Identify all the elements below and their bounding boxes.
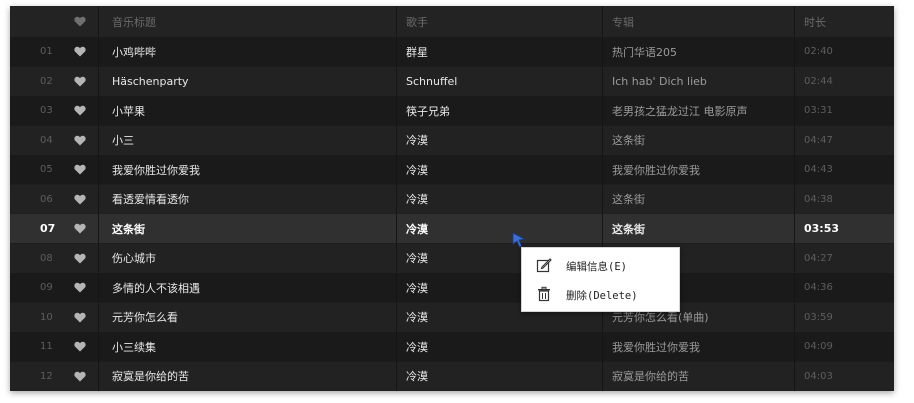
delete-label: 删除(Delete) xyxy=(566,290,638,302)
song-duration: 04:47 xyxy=(804,134,833,146)
song-album[interactable]: Ich hab' Dich lieb xyxy=(612,75,792,88)
heart-icon[interactable] xyxy=(74,135,94,146)
song-title: 小鸡哔哔 xyxy=(112,45,156,59)
heart-icon[interactable] xyxy=(74,194,94,205)
track-number: 02 xyxy=(40,75,53,87)
song-album[interactable]: 这条街 xyxy=(612,221,792,237)
track-number: 07 xyxy=(40,222,56,235)
column-divider xyxy=(98,6,99,391)
heart-icon[interactable] xyxy=(74,253,94,264)
context-menu: 编辑信息(E) 删除(Delete) xyxy=(521,247,680,312)
song-album[interactable]: 这条街 xyxy=(612,132,792,148)
song-title: 元芳你怎么看 xyxy=(112,311,178,324)
heart-icon[interactable] xyxy=(74,371,94,382)
song-title: 小三续集 xyxy=(112,340,156,354)
header-album[interactable]: 专辑 xyxy=(612,14,792,30)
song-artist[interactable]: 冷漠 xyxy=(406,221,596,237)
track-number: 10 xyxy=(40,311,53,323)
track-number: 09 xyxy=(40,282,53,293)
song-row[interactable]: 07 这条街 冷漠 这条街 03:53 xyxy=(10,214,894,243)
song-title: 小苹果 xyxy=(112,104,145,118)
song-duration: 04:03 xyxy=(804,370,833,382)
track-number: 05 xyxy=(40,164,53,175)
track-number: 03 xyxy=(40,105,53,116)
song-album[interactable]: 寂寞是你给的苦 xyxy=(612,368,792,384)
song-row[interactable]: 02 Häschenparty Schnuffel Ich hab' Dich lie… xyxy=(10,66,894,96)
song-album[interactable]: 这条街 xyxy=(612,191,792,207)
column-divider xyxy=(602,6,603,391)
song-artist[interactable]: 冷漠 xyxy=(406,339,596,355)
song-duration: 04:36 xyxy=(804,282,833,293)
edit-icon xyxy=(536,258,552,273)
song-title: Häschenparty xyxy=(112,74,189,88)
column-divider xyxy=(396,6,397,391)
song-artist[interactable]: 筷子兄弟 xyxy=(406,103,596,119)
song-title: 寂寞是你给的苦 xyxy=(112,370,189,383)
song-album[interactable]: 热门华语205 xyxy=(612,44,792,60)
song-title: 我爱你胜过你爱我 xyxy=(112,163,200,177)
song-duration: 02:44 xyxy=(804,75,833,87)
delete-menu-item[interactable]: 删除(Delete) xyxy=(522,281,679,307)
song-row[interactable]: 08 伤心城市 冷漠 04:27 xyxy=(10,243,894,273)
heart-icon[interactable] xyxy=(74,282,94,293)
song-album[interactable]: 老男孩之猛龙过江 电影原声 xyxy=(612,103,792,119)
song-artist[interactable]: 冷漠 xyxy=(406,162,596,178)
header-title[interactable]: 音乐标题 xyxy=(112,14,392,30)
song-row[interactable]: 09多情的人不该相遇冷漠…+精选04:36 xyxy=(10,273,894,302)
song-title: 小三 xyxy=(112,134,134,147)
track-number: 11 xyxy=(40,341,53,352)
heart-icon[interactable] xyxy=(74,105,94,116)
track-number: 12 xyxy=(40,370,53,382)
track-number: 08 xyxy=(40,252,53,264)
song-title: 这条街 xyxy=(112,222,145,236)
song-album[interactable]: 我爱你胜过你爱我 xyxy=(612,339,792,355)
song-list-panel: 音乐标题 歌手 专辑 时长 01 小鸡哔哔 群星 热门华语205 02:40 02 Häsc… xyxy=(10,6,894,391)
song-duration: 04:38 xyxy=(804,193,833,205)
column-header-row: 音乐标题 歌手 专辑 时长 xyxy=(10,6,894,37)
heart-icon[interactable] xyxy=(74,223,94,234)
header-artist[interactable]: 歌手 xyxy=(406,14,596,30)
song-artist[interactable]: 冷漠 xyxy=(406,132,596,148)
song-duration: 04:27 xyxy=(804,252,833,264)
song-duration: 03:31 xyxy=(804,105,833,116)
edit-info-label: 编辑信息(E) xyxy=(566,261,627,273)
song-title: 伤心城市 xyxy=(112,252,156,265)
song-title: 多情的人不该相遇 xyxy=(112,281,200,295)
song-duration: 04:43 xyxy=(804,164,833,175)
song-artist[interactable]: 冷漠 xyxy=(406,191,596,207)
song-row[interactable]: 11 小三续集 冷漠 我爱你胜过你爱我 04:09 xyxy=(10,332,894,361)
heart-icon[interactable] xyxy=(74,164,94,175)
song-row[interactable]: 03 小苹果 筷子兄弟 老男孩之猛龙过江 电影原声 03:31 xyxy=(10,96,894,125)
header-heart-icon[interactable] xyxy=(74,16,94,27)
heart-icon[interactable] xyxy=(74,312,94,323)
track-number: 04 xyxy=(40,134,53,146)
song-row[interactable]: 05 我爱你胜过你爱我 冷漠 我爱你胜过你爱我 04:43 xyxy=(10,155,894,184)
heart-icon[interactable] xyxy=(74,341,94,352)
song-duration: 04:09 xyxy=(804,341,833,352)
header-duration[interactable]: 时长 xyxy=(804,14,864,30)
song-artist[interactable]: 冷漠 xyxy=(406,368,596,384)
song-row[interactable]: 06 看透爱情看透你 冷漠 这条街 04:38 xyxy=(10,184,894,214)
song-artist[interactable]: 群星 xyxy=(406,44,596,60)
heart-icon[interactable] xyxy=(74,46,94,57)
edit-info-menu-item[interactable]: 编辑信息(E) xyxy=(522,252,679,278)
column-divider xyxy=(794,6,795,391)
song-duration: 03:59 xyxy=(804,311,833,323)
track-number: 01 xyxy=(40,46,53,57)
song-row[interactable]: 10 元芳你怎么看 冷漠 元芳你怎么看(单曲) 03:59 xyxy=(10,302,894,332)
song-row[interactable]: 12 寂寞是你给的苦 冷漠 寂寞是你给的苦 04:03 xyxy=(10,361,894,391)
mouse-cursor-icon xyxy=(512,232,526,248)
heart-icon[interactable] xyxy=(74,76,94,87)
song-album[interactable]: 我爱你胜过你爱我 xyxy=(612,162,792,178)
trash-icon xyxy=(538,286,550,302)
song-duration: 03:53 xyxy=(804,222,840,235)
song-row[interactable]: 01 小鸡哔哔 群星 热门华语205 02:40 xyxy=(10,37,894,66)
song-duration: 02:40 xyxy=(804,46,833,57)
song-row[interactable]: 04 小三 冷漠 这条街 04:47 xyxy=(10,125,894,155)
track-number: 06 xyxy=(40,193,53,205)
song-title: 看透爱情看透你 xyxy=(112,193,189,206)
song-artist[interactable]: Schnuffel xyxy=(406,75,596,88)
